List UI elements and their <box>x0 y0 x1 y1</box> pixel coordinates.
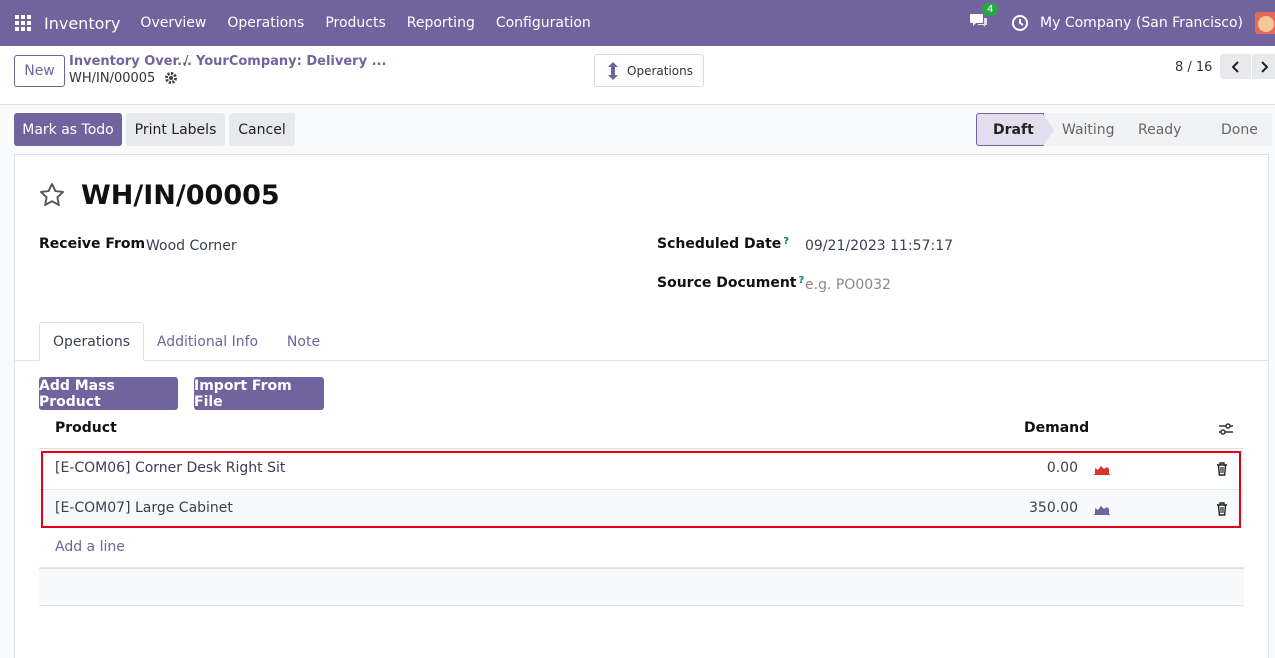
menu-overview[interactable]: Overview <box>140 15 206 31</box>
operations-smart-button[interactable]: Operations <box>594 54 704 87</box>
source-document-field[interactable]: e.g. PO0032 <box>805 277 891 293</box>
table-footer <box>39 568 1244 606</box>
tab-operations[interactable]: Operations <box>39 322 144 361</box>
breadcrumb-record-name: WH/IN/00005 <box>69 71 156 86</box>
pager-previous-button[interactable] <box>1220 54 1251 79</box>
menu-products[interactable]: Products <box>325 15 385 31</box>
table-header-divider <box>39 448 1244 449</box>
source-document-label: Source Document? <box>657 275 805 291</box>
pager-next-button[interactable] <box>1252 54 1275 79</box>
control-panel: New Inventory Over... / YourCompany: Del… <box>0 46 1275 105</box>
app-menu-icon[interactable] <box>0 0 46 46</box>
print-labels-button[interactable]: Print Labels <box>126 113 225 146</box>
gear-icon[interactable] <box>164 71 178 85</box>
stage-draft[interactable]: Draft <box>976 113 1054 146</box>
stage-label: Ready <box>1138 121 1182 138</box>
stage-waiting[interactable]: Waiting <box>1044 113 1135 146</box>
mark-as-todo-button[interactable]: Mark as Todo <box>14 113 122 146</box>
tab-note[interactable]: Note <box>272 322 335 361</box>
chevron-left-icon <box>1231 60 1239 73</box>
company-switcher[interactable]: My Company (San Francisco) <box>1040 15 1243 31</box>
column-header-product[interactable]: Product <box>55 420 117 436</box>
breadcrumb-inventory-overview[interactable]: Inventory Over... <box>69 54 192 69</box>
help-icon[interactable]: ? <box>799 275 805 286</box>
cancel-button[interactable]: Cancel <box>229 113 295 146</box>
pager-value[interactable]: 8 / 16 <box>1175 60 1212 75</box>
new-button[interactable]: New <box>14 55 65 87</box>
operations-button-label: Operations <box>627 63 693 78</box>
add-a-line-link[interactable]: Add a line <box>55 539 125 555</box>
tab-additional-info[interactable]: Additional Info <box>147 322 268 361</box>
menu-operations[interactable]: Operations <box>227 15 304 31</box>
top-navbar: Inventory Overview Operations Products R… <box>0 0 1275 46</box>
record-title: WH/IN/00005 <box>81 180 280 211</box>
menu-reporting[interactable]: Reporting <box>407 15 475 31</box>
app-name[interactable]: Inventory <box>44 14 120 33</box>
clock-icon[interactable] <box>1011 14 1029 32</box>
scheduled-date-label: Scheduled Date? <box>657 236 790 252</box>
stage-label: Waiting <box>1062 121 1115 138</box>
chat-count-badge: 4 <box>982 3 999 16</box>
stage-ready[interactable]: Ready <box>1124 113 1213 146</box>
import-from-file-button[interactable]: Import From File <box>194 377 324 410</box>
transfer-arrows-icon <box>608 61 618 80</box>
receive-from-field[interactable]: Wood Corner <box>146 238 237 254</box>
column-header-demand[interactable]: Demand <box>1024 420 1089 436</box>
status-stages: Draft Waiting Ready Done <box>976 113 1272 146</box>
star-icon[interactable] <box>38 181 66 209</box>
breadcrumb-delivery[interactable]: YourCompany: Delivery ... <box>196 54 386 69</box>
help-icon[interactable]: ? <box>783 236 789 247</box>
stage-label: Done <box>1221 121 1258 138</box>
receive-from-label: Receive From <box>39 236 146 252</box>
optional-columns-icon[interactable] <box>1218 421 1234 437</box>
stage-label: Draft <box>993 121 1034 138</box>
chat-icon[interactable]: 4 <box>969 3 999 34</box>
breadcrumb-separator: / <box>184 54 189 69</box>
chevron-right-icon <box>1260 60 1268 73</box>
highlight-box <box>41 451 1241 528</box>
add-mass-product-button[interactable]: Add Mass Product <box>39 377 178 410</box>
menu-configuration[interactable]: Configuration <box>496 15 591 31</box>
scheduled-date-field[interactable]: 09/21/2023 11:57:17 <box>805 238 953 254</box>
user-avatar[interactable] <box>1255 12 1275 34</box>
